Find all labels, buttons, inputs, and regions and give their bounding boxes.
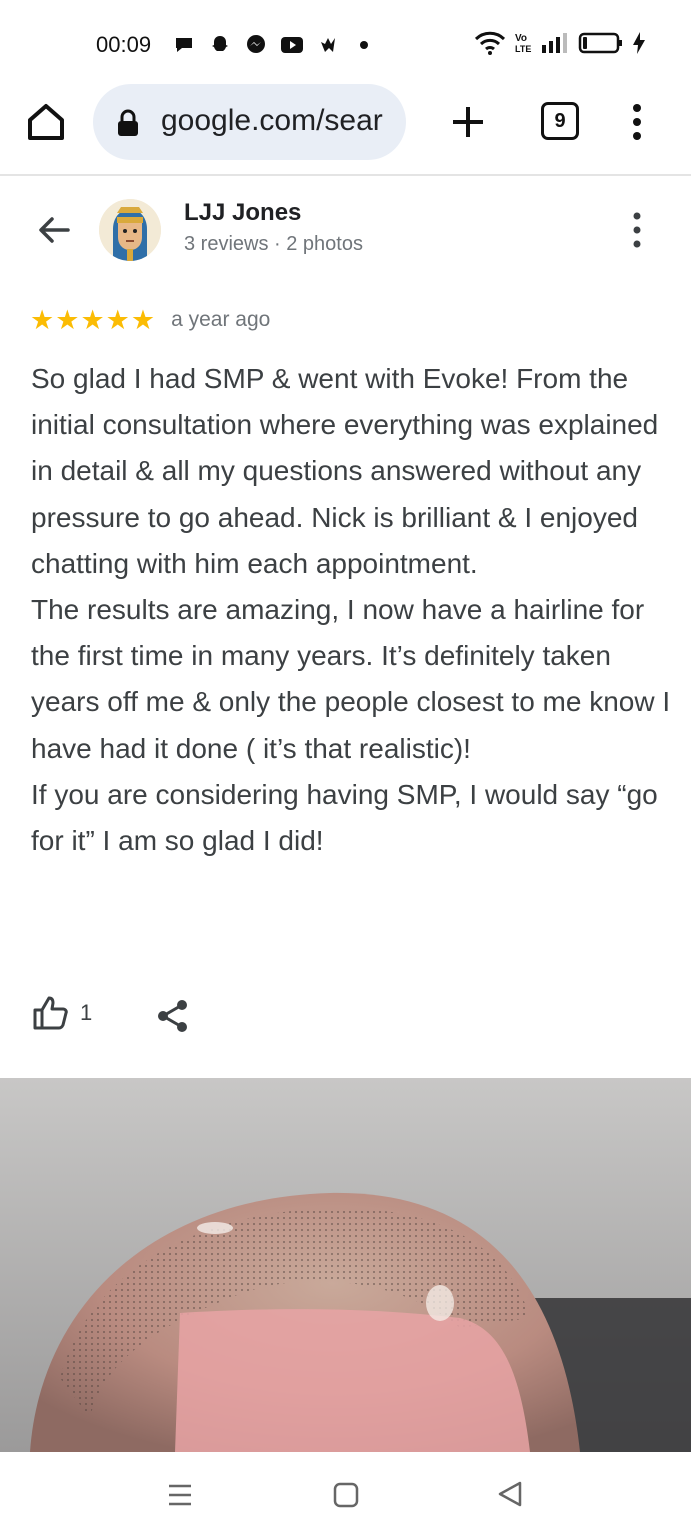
reviewer-name[interactable]: LJJ Jones xyxy=(184,199,301,227)
battery-icon xyxy=(578,31,624,60)
share-button[interactable] xyxy=(156,998,190,1034)
new-tab-button[interactable] xyxy=(448,102,488,142)
url-text: google.com/sear xyxy=(161,104,383,137)
star-icon: ★ xyxy=(130,305,156,335)
review-time: a year ago xyxy=(171,308,271,331)
dot-icon xyxy=(352,33,376,57)
svg-text:Vo: Vo xyxy=(515,33,527,44)
arrow-back-icon xyxy=(39,217,70,243)
review-options-button[interactable] xyxy=(620,210,654,250)
like-count: 1 xyxy=(80,1000,93,1025)
rating-row: ★ ★ ★ ★ ★ a year ago xyxy=(30,305,270,335)
home-square-icon xyxy=(333,1482,359,1508)
svg-text:LTE: LTE xyxy=(515,44,531,54)
recents-button[interactable] xyxy=(166,1482,194,1513)
status-time: 00:09 xyxy=(96,32,152,57)
notification-icons xyxy=(172,33,376,57)
browser-menu-button[interactable] xyxy=(620,100,654,144)
app-icon xyxy=(316,33,340,57)
scalp-photo xyxy=(0,1078,691,1452)
wifi-icon xyxy=(474,30,506,61)
star-icon: ★ xyxy=(80,305,105,335)
status-bar: 00:09 Vo LTE xyxy=(0,0,691,90)
signal-icon xyxy=(540,31,570,60)
messenger-icon xyxy=(244,33,268,57)
thumb-up-icon xyxy=(33,996,68,1030)
browser-toolbar: google.com/sear 9 xyxy=(0,80,691,176)
system-icons: Vo LTE xyxy=(474,30,646,61)
reviewer-meta: 3 reviews · 2 photos xyxy=(184,233,363,255)
chat-bubble-icon xyxy=(172,33,196,57)
home-button[interactable] xyxy=(24,100,68,144)
home-icon xyxy=(28,104,64,140)
like-button[interactable]: 1 xyxy=(32,995,92,1031)
plus-icon xyxy=(453,107,483,137)
volte-icon: Vo LTE xyxy=(514,30,532,61)
back-button[interactable] xyxy=(34,210,74,250)
star-icon: ★ xyxy=(30,305,55,335)
youtube-icon xyxy=(280,33,304,57)
more-vert-icon xyxy=(633,212,641,248)
snapchat-icon xyxy=(208,33,232,57)
tab-switcher-button[interactable]: 9 xyxy=(541,102,579,140)
recents-icon xyxy=(169,1484,191,1506)
review-text: So glad I had SMP & went with Evoke! Fro… xyxy=(31,363,671,857)
nav-home-button[interactable] xyxy=(333,1482,359,1513)
system-nav-bar xyxy=(0,1452,691,1536)
pharaoh-avatar-icon xyxy=(99,199,161,261)
star-icon: ★ xyxy=(105,305,130,335)
nav-back-button[interactable] xyxy=(496,1480,524,1513)
lock-icon xyxy=(117,109,139,142)
charging-icon xyxy=(632,31,646,60)
url-bar[interactable]: google.com/sear xyxy=(93,84,406,160)
more-vert-icon xyxy=(633,104,641,140)
star-rating: ★ ★ ★ ★ ★ xyxy=(30,305,155,335)
avatar[interactable] xyxy=(99,199,161,261)
star-icon: ★ xyxy=(55,305,80,335)
review-photo[interactable] xyxy=(0,1078,691,1452)
back-triangle-icon xyxy=(498,1481,522,1507)
share-icon xyxy=(158,1000,187,1032)
